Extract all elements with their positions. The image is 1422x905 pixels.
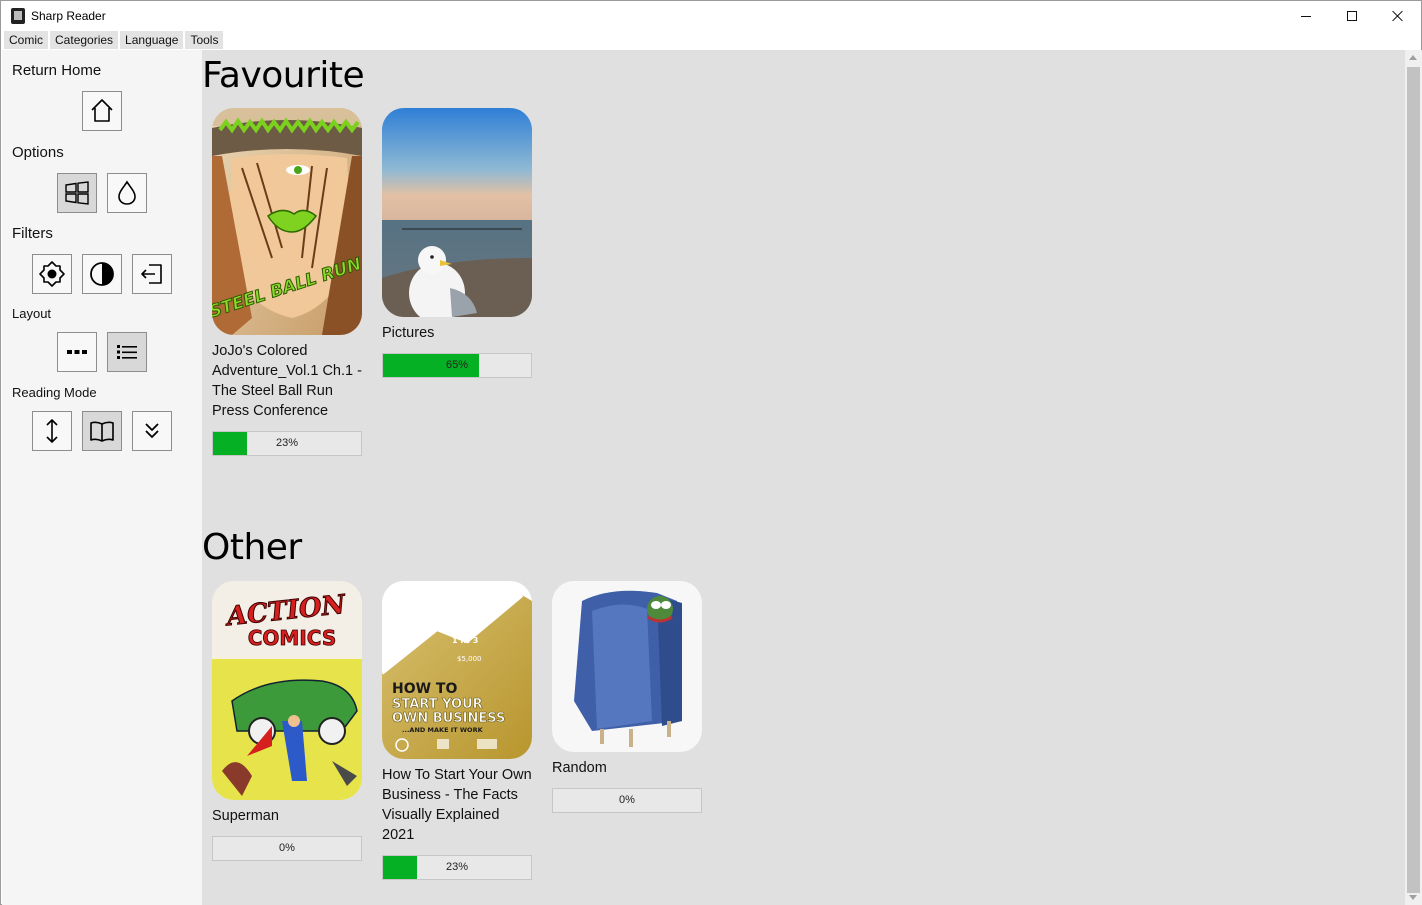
sign-out-icon (141, 264, 162, 284)
progress-label: 23% (275, 437, 299, 449)
list-icon (117, 345, 137, 359)
reading-mode-label: Reading Mode (12, 385, 97, 400)
window-title: Sharp Reader (31, 9, 106, 23)
app-window: Sharp Reader Comic Categories Language T… (0, 0, 1422, 905)
list-layout-button[interactable] (107, 332, 147, 372)
vertical-scroll-button[interactable] (32, 411, 72, 451)
sidebar: Return Home Options Filters Layout Readi… (2, 50, 202, 905)
theme-button[interactable] (107, 173, 147, 213)
menu-bar: Comic Categories Language Tools (1, 31, 1421, 50)
options-label: Options (12, 144, 64, 161)
maximize-button[interactable] (1329, 1, 1375, 31)
contrast-icon (90, 262, 114, 286)
comic-title: Superman (212, 808, 279, 824)
windows-icon (65, 181, 89, 205)
svg-text:START YOUR: START YOUR (392, 697, 483, 712)
comic-card[interactable]: 1 IN 3 $5,000 HOW TO START YOUR OWN BUSI… (382, 581, 532, 880)
exit-filter-button[interactable] (132, 254, 172, 294)
svg-text:...AND MAKE IT WORK: ...AND MAKE IT WORK (402, 726, 484, 734)
svg-text:OWN BUSINESS: OWN BUSINESS (392, 711, 505, 726)
minimize-button[interactable] (1283, 1, 1329, 31)
home-button[interactable] (82, 91, 122, 131)
svg-text:COMICS: COMICS (248, 626, 336, 650)
comic-card[interactable]: Random 0% (552, 581, 702, 813)
comic-card[interactable]: Pictures 65% (382, 108, 532, 378)
comic-title: How To Start Your Own Business - The Fac… (382, 767, 532, 843)
page-down-mode-button[interactable] (132, 411, 172, 451)
menu-tools[interactable]: Tools (185, 31, 224, 49)
comic-cover[interactable] (382, 108, 532, 317)
vertical-arrows-icon (46, 419, 58, 443)
comic-cover[interactable]: STEEL BALL RUN (212, 108, 362, 335)
comic-cover-image (382, 108, 532, 317)
horizontal-layout-button[interactable] (57, 332, 97, 372)
reading-progress-bar: 0% (212, 836, 362, 861)
comic-card[interactable]: STEEL BALL RUN JoJo's Colored Adventure_… (212, 108, 362, 456)
scroll-up-arrow-icon[interactable] (1409, 55, 1417, 60)
contrast-button[interactable] (82, 254, 122, 294)
progress-label: 23% (445, 861, 469, 873)
reading-progress-bar: 65% (382, 353, 532, 378)
progress-label: 65% (445, 359, 469, 371)
section-title-other: Other (202, 527, 302, 568)
brightness-button[interactable] (32, 254, 72, 294)
menu-categories[interactable]: Categories (50, 31, 119, 49)
dots-icon (67, 350, 87, 354)
comic-cover-image: STEEL BALL RUN (212, 108, 362, 335)
comic-cover-image: ACTION COMICS (212, 581, 362, 800)
scroll-down-arrow-icon[interactable] (1409, 895, 1417, 900)
reading-progress-bar: 23% (382, 855, 532, 880)
comic-title: Pictures (382, 325, 435, 341)
comic-cover-image: 1 IN 3 $5,000 HOW TO START YOUR OWN BUSI… (382, 581, 532, 759)
scrollbar-thumb[interactable] (1407, 67, 1420, 893)
close-button[interactable] (1375, 1, 1421, 31)
return-home-label: Return Home (12, 62, 102, 79)
library-content: Favourite STEEL BALL RUN JoJo's Colored … (202, 50, 1405, 905)
book-mode-button[interactable] (82, 411, 122, 451)
svg-text:$5,000: $5,000 (457, 655, 482, 663)
comic-title: JoJo's Colored Adventure_Vol.1 Ch.1 - Th… (212, 343, 362, 419)
comic-title: Random (552, 760, 607, 776)
maximize-icon (1347, 11, 1357, 21)
comic-cover[interactable] (552, 581, 702, 752)
comic-cover[interactable]: 1 IN 3 $5,000 HOW TO START YOUR OWN BUSI… (382, 581, 532, 759)
reading-progress-bar: 0% (552, 788, 702, 813)
progress-label: 0% (279, 842, 295, 854)
book-icon (90, 421, 114, 442)
menu-language[interactable]: Language (120, 31, 184, 49)
close-icon (1392, 10, 1404, 22)
app-icon (11, 8, 25, 24)
title-bar: Sharp Reader (1, 1, 1421, 31)
comic-cover[interactable]: ACTION COMICS (212, 581, 362, 800)
layout-label: Layout (12, 306, 52, 321)
progress-label: 0% (619, 794, 635, 806)
comic-cover-image (552, 581, 702, 752)
double-chevron-down-icon (145, 423, 159, 438)
filters-label: Filters (12, 225, 53, 242)
svg-text:1 IN 3: 1 IN 3 (452, 636, 478, 645)
comic-card[interactable]: ACTION COMICS Superman 0% (212, 581, 362, 861)
vertical-scrollbar[interactable] (1405, 50, 1422, 905)
menu-comic[interactable]: Comic (4, 31, 49, 49)
windowed-mode-button[interactable] (57, 173, 97, 213)
home-icon (91, 99, 113, 122)
minimize-icon (1301, 15, 1311, 17)
svg-text:HOW TO: HOW TO (392, 681, 457, 697)
drop-icon (118, 180, 136, 205)
brightness-icon (39, 261, 65, 287)
section-title-favourite: Favourite (202, 55, 365, 96)
reading-progress-bar: 23% (212, 431, 362, 456)
